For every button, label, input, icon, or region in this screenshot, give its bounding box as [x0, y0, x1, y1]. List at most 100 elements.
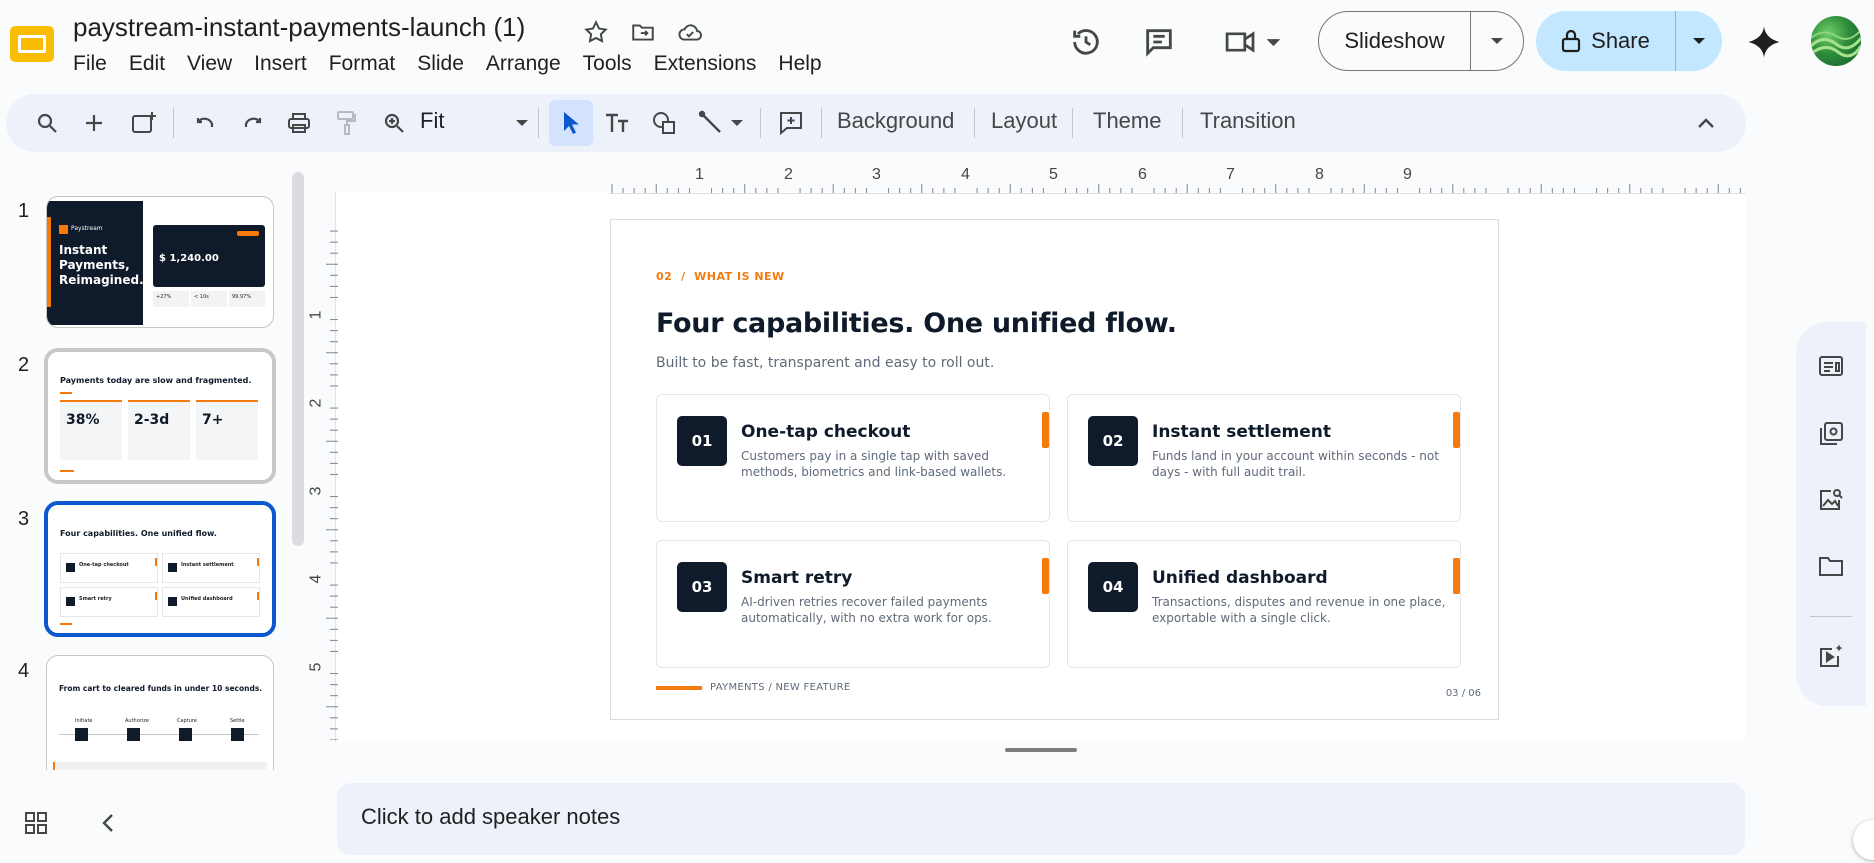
- share-options-dropdown[interactable]: [1676, 11, 1722, 71]
- card-title: One-tap checkout: [741, 422, 911, 442]
- slides-logo-icon[interactable]: [8, 24, 56, 64]
- card-accent-bar: [1042, 558, 1049, 594]
- menu-tools[interactable]: Tools: [572, 48, 643, 80]
- new-slide-icon[interactable]: [74, 103, 114, 143]
- undo-icon[interactable]: [186, 103, 226, 143]
- slide-number: 2: [18, 354, 30, 376]
- version-history-icon[interactable]: [1064, 20, 1108, 64]
- thumb-card: $ 1,240.00: [153, 225, 265, 287]
- folder-icon[interactable]: [1811, 546, 1851, 586]
- toolbar-divider: [760, 108, 761, 138]
- video-ai-icon[interactable]: [1811, 636, 1851, 676]
- card-description: Transactions, disputes and revenue in on…: [1152, 595, 1446, 625]
- new-slide-with-layout-icon[interactable]: [124, 103, 164, 143]
- card-title: Unified dashboard: [1152, 568, 1328, 588]
- side-panel: [1796, 322, 1866, 706]
- menu-format[interactable]: Format: [318, 48, 407, 80]
- slide-eyebrow[interactable]: 02 / WHAT IS NEW: [656, 270, 785, 283]
- layout-button[interactable]: Layout: [991, 108, 1057, 134]
- menu-slide[interactable]: Slide: [406, 48, 475, 80]
- move-to-folder-icon[interactable]: [627, 16, 659, 48]
- card-description: Funds land in your account within second…: [1152, 449, 1439, 479]
- capability-card-3[interactable]: 03 Smart retry AI-driven retries recover…: [656, 540, 1050, 668]
- menu-edit[interactable]: Edit: [118, 48, 176, 80]
- menu-extensions[interactable]: Extensions: [643, 48, 768, 80]
- thumb-title: Four capabilities. One unified flow.: [60, 529, 217, 538]
- text-box-icon[interactable]: [598, 103, 638, 143]
- slide-subtitle[interactable]: Built to be fast, transparent and easy t…: [656, 355, 994, 371]
- transition-button[interactable]: Transition: [1200, 108, 1296, 134]
- ruler-h-number: 5: [1049, 166, 1058, 183]
- notes-resize-handle[interactable]: [1005, 748, 1077, 752]
- chevron-down-icon: [1693, 38, 1705, 44]
- slide-title[interactable]: Four capabilities. One unified flow.: [656, 308, 1177, 339]
- toolbar-divider: [1182, 108, 1183, 138]
- capability-card-2[interactable]: 02 Instant settlement Funds land in your…: [1067, 394, 1461, 522]
- slide-footer-label[interactable]: PAYMENTS / NEW FEATURE: [710, 682, 850, 693]
- explore-button[interactable]: [1853, 820, 1874, 860]
- insert-comment-icon[interactable]: [771, 103, 811, 143]
- speaker-notes-placeholder[interactable]: Click to add speaker notes: [361, 804, 620, 830]
- shape-icon[interactable]: [644, 103, 684, 143]
- meet-camera-icon[interactable]: [1218, 20, 1288, 64]
- menu-file[interactable]: File: [62, 48, 118, 80]
- toolbar-divider: [821, 108, 822, 138]
- share-button-group: Share: [1536, 11, 1722, 71]
- filmstrip-scrollbar[interactable]: [292, 172, 304, 546]
- star-icon[interactable]: [580, 16, 612, 48]
- card-accent-bar: [1042, 412, 1049, 448]
- grid-view-icon[interactable]: [18, 805, 54, 841]
- speaker-spotlight-icon[interactable]: [1811, 346, 1851, 386]
- background-button[interactable]: Background: [837, 108, 954, 134]
- toolbar-divider: [173, 108, 174, 138]
- gemini-sparkle-icon[interactable]: [1742, 20, 1786, 64]
- menu-insert[interactable]: Insert: [243, 48, 318, 80]
- ruler-v-number: 3: [307, 486, 325, 496]
- slide-thumbnail-2[interactable]: Payments today are slow and fragmented. …: [44, 348, 276, 484]
- slideshow-options-dropdown[interactable]: [1471, 12, 1523, 70]
- ruler-h-number: 2: [784, 166, 793, 183]
- keep-notes-icon[interactable]: [1811, 414, 1851, 454]
- menu-help[interactable]: Help: [767, 48, 832, 80]
- current-slide[interactable]: 02 / WHAT IS NEW Four capabilities. One …: [611, 220, 1498, 719]
- toolbar-divider: [974, 108, 975, 138]
- document-title[interactable]: paystream-instant-payments-launch (1): [73, 12, 525, 43]
- slide-thumbnail-1[interactable]: Paystream Instant Payments, Reimagined. …: [46, 196, 274, 328]
- card-number-badge: 04: [1088, 562, 1138, 612]
- footer-accent-bar: [656, 686, 702, 690]
- print-icon[interactable]: [279, 103, 319, 143]
- ruler-h-number: 6: [1138, 166, 1147, 183]
- thumb-title: Payments today are slow and fragmented.: [60, 376, 252, 385]
- capability-card-4[interactable]: 04 Unified dashboard Transactions, dispu…: [1067, 540, 1461, 668]
- ruler-v-number: 5: [307, 662, 325, 672]
- select-cursor-icon[interactable]: [551, 103, 591, 143]
- slideshow-button[interactable]: Slideshow: [1319, 12, 1471, 70]
- speaker-notes-panel[interactable]: Click to add speaker notes: [337, 783, 1745, 855]
- slide-page-number[interactable]: 03 / 06: [1446, 688, 1481, 699]
- theme-button[interactable]: Theme: [1093, 108, 1161, 134]
- paint-format-icon[interactable]: [326, 103, 366, 143]
- card-description: Customers pay in a single tap with saved…: [741, 449, 1007, 479]
- collapse-toolbar-chevron-up-icon[interactable]: [1686, 103, 1726, 143]
- comments-icon[interactable]: [1137, 20, 1181, 64]
- slide-thumbnail-4[interactable]: From cart to cleared funds in under 10 s…: [46, 655, 274, 770]
- search-menus-icon[interactable]: [27, 103, 67, 143]
- slideshow-button-group: Slideshow: [1318, 11, 1524, 71]
- menu-view[interactable]: View: [176, 48, 243, 80]
- menu-arrange[interactable]: Arrange: [475, 48, 572, 80]
- user-avatar[interactable]: [1811, 16, 1861, 66]
- ruler-h-number: 8: [1315, 166, 1324, 183]
- share-button[interactable]: Share: [1536, 11, 1676, 71]
- collapse-filmstrip-chevron-left-icon[interactable]: [90, 805, 126, 841]
- cloud-saved-icon[interactable]: [674, 16, 706, 48]
- zoom-icon[interactable]: [374, 103, 414, 143]
- line-dropdown-chevron-icon[interactable]: [724, 103, 750, 143]
- zoom-dropdown-chevron-icon[interactable]: [502, 103, 542, 143]
- zoom-select[interactable]: Fit: [420, 108, 444, 134]
- side-panel-divider: [1810, 616, 1852, 617]
- image-search-icon[interactable]: [1811, 480, 1851, 520]
- slide-thumbnail-3-selected[interactable]: Four capabilities. One unified flow. One…: [44, 501, 276, 637]
- redo-icon[interactable]: [232, 103, 272, 143]
- card-number-badge: 02: [1088, 416, 1138, 466]
- capability-card-1[interactable]: 01 One-tap checkout Customers pay in a s…: [656, 394, 1050, 522]
